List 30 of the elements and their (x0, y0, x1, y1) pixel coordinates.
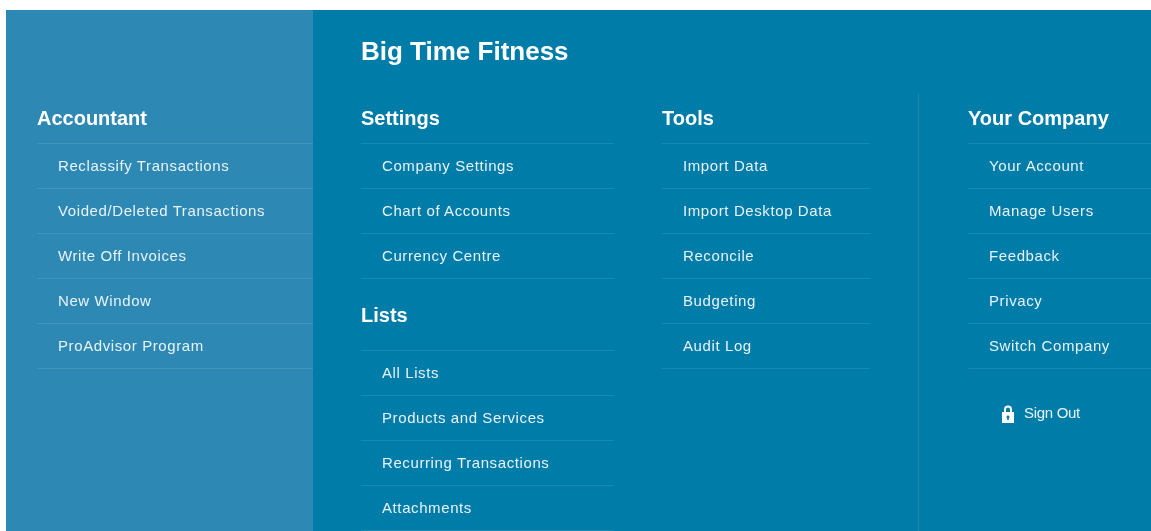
menu-link[interactable]: Switch Company (989, 334, 1110, 358)
menu-link[interactable]: Chart of Accounts (382, 199, 511, 223)
section-heading: Accountant (37, 106, 147, 131)
menu-link[interactable]: Import Data (683, 154, 768, 178)
menu-link[interactable]: Recurring Transactions (382, 451, 550, 475)
company-name: Big Time Fitness (361, 35, 569, 68)
menu-link[interactable]: ProAdvisor Program (58, 334, 204, 358)
menu-link[interactable]: Reconcile (683, 244, 755, 268)
section-heading: Tools (662, 106, 714, 131)
menu-link[interactable]: Manage Users (989, 199, 1094, 223)
menu-link[interactable]: Attachments (382, 496, 472, 520)
menu-link[interactable]: Reclassify Transactions (58, 154, 230, 178)
menu-link[interactable]: Voided/Deleted Transactions (58, 199, 266, 223)
menu-link[interactable]: Your Account (989, 154, 1085, 178)
menu-link[interactable]: Write Off Invoices (58, 244, 187, 268)
section-heading: Settings (361, 106, 440, 131)
menu-link[interactable]: Privacy (989, 289, 1043, 313)
sign-out-link[interactable]: Sign Out (1001, 402, 1080, 425)
section-heading: Lists (361, 302, 408, 328)
section-heading: Your Company (968, 106, 1109, 131)
lock-icon (1001, 403, 1015, 423)
menu-link[interactable]: Budgeting (683, 289, 756, 313)
menu-link[interactable]: Products and Services (382, 406, 545, 430)
menu-link[interactable]: Company Settings (382, 154, 515, 178)
menu-link[interactable]: All Lists (382, 361, 440, 385)
menu-link[interactable]: Feedback (989, 244, 1060, 268)
menu-link[interactable]: Import Desktop Data (683, 199, 832, 223)
menu-link[interactable]: New Window (58, 289, 152, 313)
menu-link[interactable]: Audit Log (683, 334, 752, 358)
menu-link[interactable]: Currency Centre (382, 244, 502, 268)
